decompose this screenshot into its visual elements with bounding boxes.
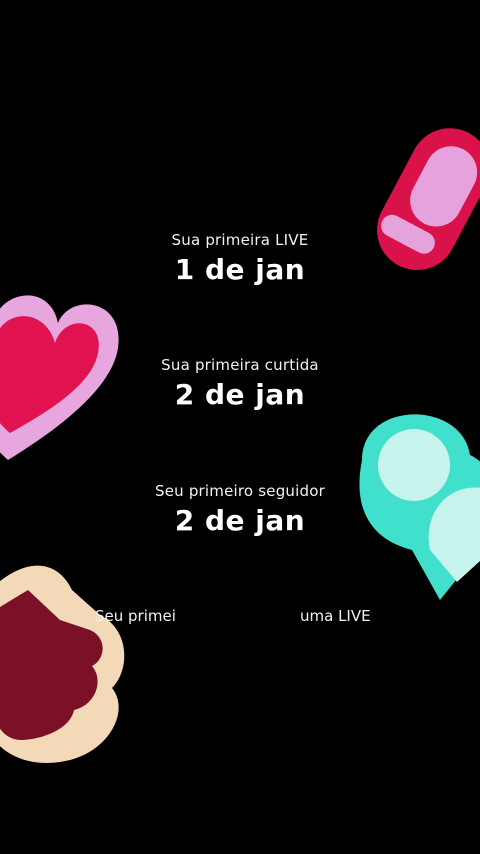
milestone-label: Sua primeira curtida [161, 356, 319, 374]
milestone-first-follower: Seu primeiro seguidor 2 de jan [0, 482, 480, 537]
recap-screen: Sua primeira LIVE 1 de jan Sua primeira … [0, 0, 480, 854]
milestone-label: Seu primeiro seguidor [155, 482, 325, 500]
hand-sticker-icon [0, 565, 125, 763]
milestone-first-like: Sua primeira curtida 2 de jan [0, 356, 480, 411]
milestone-date: 2 de jan [174, 378, 306, 411]
milestone-first-live: Sua primeira LIVE 1 de jan [0, 231, 480, 286]
milestone-date: 2 de jan [174, 504, 306, 537]
milestone-label: Sua primeira LIVE [171, 231, 309, 249]
partial-milestone-text-right: uma LIVE [300, 607, 371, 625]
milestone-date: 1 de jan [174, 253, 306, 286]
partial-milestone-text-left: Seu primei [95, 607, 176, 625]
